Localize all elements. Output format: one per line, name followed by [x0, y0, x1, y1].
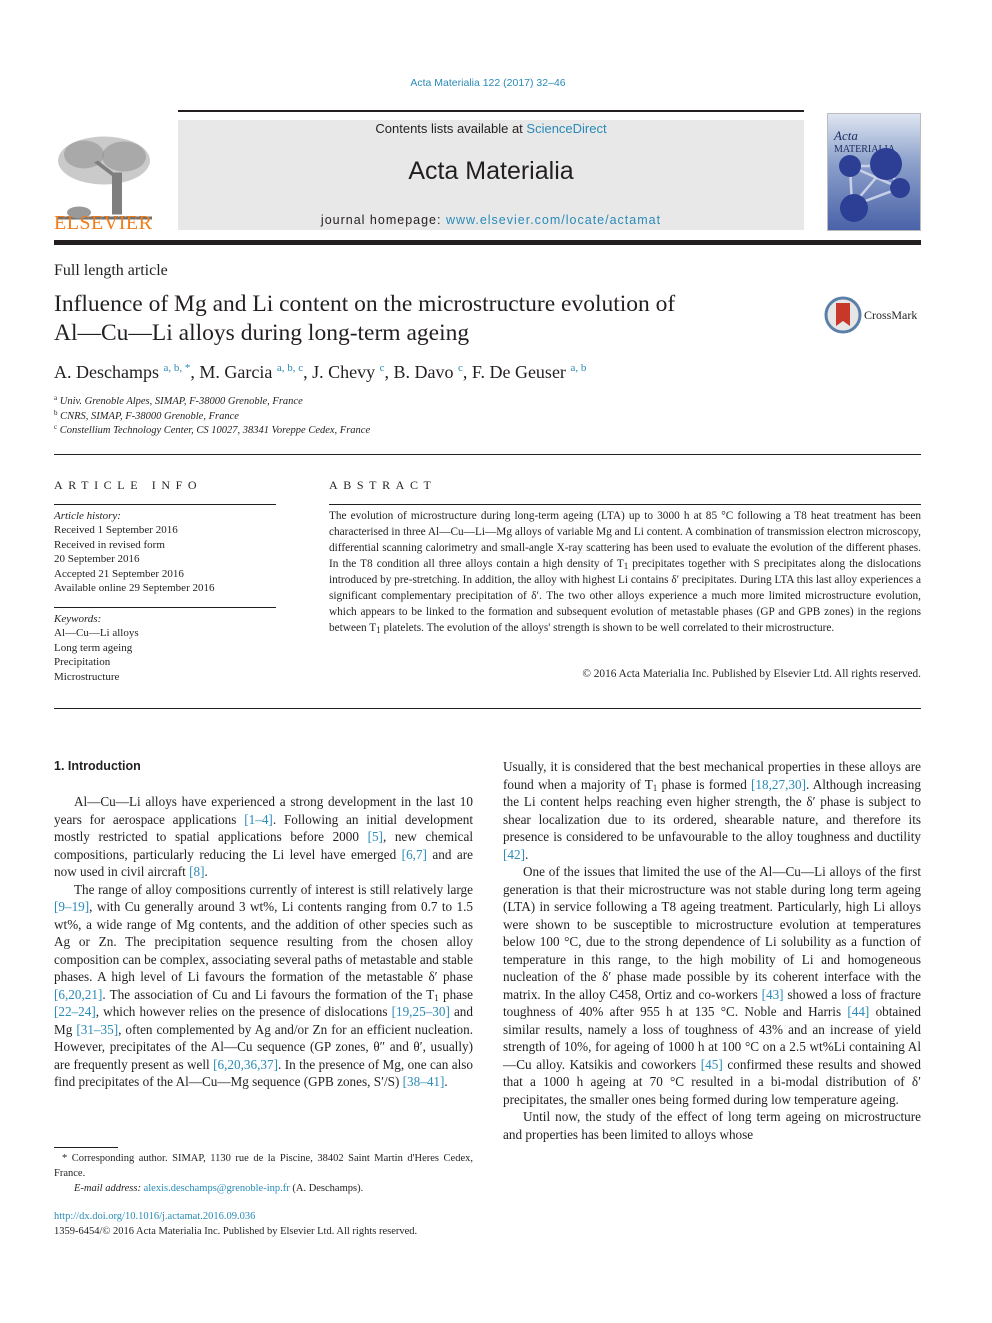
divider [54, 504, 276, 505]
body-column-left: Al—Cu—Li alloys have experienced a stron… [54, 793, 473, 1091]
reference-link[interactable]: [19,25–30] [392, 1004, 450, 1019]
reference-link[interactable]: [31–35] [76, 1022, 118, 1037]
author-name[interactable]: A. Deschamps [54, 362, 159, 382]
crossmark-label: CrossMark [864, 308, 918, 322]
paragraph: One of the issues that limited the use o… [503, 864, 921, 1107]
paragraph: The range of alloy compositions currentl… [54, 881, 474, 1090]
abstract-part-3: platelets. The evolution of the alloys' … [380, 622, 835, 634]
sciencedirect-link[interactable]: ScienceDirect [526, 121, 606, 136]
crossmark-button[interactable]: CrossMark [824, 296, 924, 336]
affiliation-text: CNRS, SIMAP, F-38000 Grenoble, France [57, 410, 239, 422]
reference-link[interactable]: [1–4] [244, 812, 273, 827]
article-type: Full length article [54, 262, 168, 279]
email-suffix: (A. Deschamps). [289, 1183, 364, 1194]
email-label: E-mail address: [74, 1183, 144, 1194]
keywords: Keywords: Al—Cu—Li alloys Long term agein… [54, 612, 139, 684]
homepage-prefix: journal homepage: [320, 213, 446, 227]
keyword: Al—Cu—Li alloys [54, 627, 139, 640]
elsevier-wordmark: ELSEVIER [54, 212, 153, 234]
journal-citation-link[interactable]: Acta Materialia 122 (2017) 32–46 [0, 77, 976, 89]
homepage-line: journal homepage: www.elsevier.com/locat… [178, 213, 804, 227]
abstract-text: The evolution of microstructure during l… [329, 508, 921, 636]
divider [54, 454, 921, 455]
corresponding-author-note: * Corresponding author. SIMAP, 1130 rue … [54, 1153, 473, 1179]
keyword-list: Al—Cu—Li alloys Long term ageing Precipita… [54, 626, 139, 684]
divider [54, 708, 921, 709]
paragraph: Until now, the study of the effect of lo… [503, 1109, 921, 1142]
author-affiliation-marker[interactable]: c [458, 362, 463, 374]
author-name[interactable]: M. Garcia [199, 362, 272, 382]
divider [329, 504, 921, 505]
history-item: 20 September 2016 [54, 553, 140, 566]
author-name[interactable]: F. De Geuser [472, 362, 566, 382]
reference-link[interactable]: [6,20,21] [54, 987, 102, 1002]
history-list: Received 1 September 2016 Received in rev… [54, 523, 214, 595]
affiliation-text: Constellium Technology Center, CS 10027,… [57, 425, 371, 436]
journal-cover-image[interactable]: Acta MATERIALIA [827, 113, 921, 231]
keywords-label: Keywords: [54, 613, 102, 625]
divider [54, 607, 276, 608]
reference-link[interactable]: [8] [189, 864, 204, 879]
author-name[interactable]: B. Davo [394, 362, 454, 382]
affiliation-text: Univ. Grenoble Alpes, SIMAP, F-38000 Gre… [57, 396, 303, 407]
email-line: E-mail address: alexis.deschamps@grenobl… [54, 1181, 473, 1196]
cover-molecule-graphic [839, 148, 910, 222]
contents-line: Contents lists available at ScienceDirec… [178, 121, 804, 136]
author-affiliation-marker[interactable]: c [380, 362, 385, 374]
reference-link[interactable]: [5] [368, 829, 383, 844]
article-history: Article history: Received 1 September 20… [54, 509, 214, 595]
reference-link[interactable]: [45] [701, 1057, 723, 1072]
reference-link[interactable]: [38–41] [403, 1074, 445, 1089]
abstract-copyright: © 2016 Acta Materialia Inc. Published by… [582, 668, 921, 680]
author-affiliation-marker[interactable]: a, b, * [163, 362, 190, 374]
affiliation: c Constellium Technology Center, CS 1002… [54, 424, 370, 439]
title-line-2: Al—Cu—Li alloys during long-term ageing [54, 320, 470, 346]
title-line-1: Influence of Mg and Li content on the mi… [54, 291, 676, 317]
subscript: 1 [434, 992, 439, 1003]
footnote: * Corresponding author. SIMAP, 1130 rue … [54, 1151, 473, 1196]
doi-link[interactable]: http://dx.doi.org/10.1016/j.actamat.2016… [54, 1211, 255, 1222]
reference-link[interactable]: [18,27,30] [751, 777, 806, 792]
body-column-right: Usually, it is considered that the best … [503, 758, 921, 1143]
history-item: Received 1 September 2016 [54, 524, 178, 537]
paragraph: Usually, it is considered that the best … [503, 759, 921, 862]
affiliation: b CNRS, SIMAP, F-38000 Grenoble, France [54, 409, 370, 425]
history-label: Article history: [54, 510, 121, 522]
journal-title: Acta Materialia [408, 157, 574, 185]
author-list: A. Deschamps a, b, *, M. Garcia a, b, c,… [54, 362, 587, 382]
header-thick-rule [54, 240, 921, 245]
reference-link[interactable]: [43] [762, 987, 784, 1002]
journal-homepage-link[interactable]: www.elsevier.com/locate/actamat [446, 213, 661, 227]
crossmark-icon [824, 296, 862, 334]
abstract-heading: ABSTRACT [329, 478, 437, 492]
footnote-rule [54, 1147, 118, 1148]
author-email-link[interactable]: alexis.deschamps@grenoble-inp.fr [144, 1183, 290, 1194]
reference-link[interactable]: [6,20,36,37] [213, 1057, 278, 1072]
issn-copyright: 1359-6454/© 2016 Acta Materialia Inc. Pu… [54, 1226, 418, 1237]
paragraph: Al—Cu—Li alloys have experienced a stron… [54, 794, 473, 879]
keyword: Microstructure [54, 670, 120, 683]
author-affiliation-marker[interactable]: a, b [570, 362, 586, 374]
affiliations: a Univ. Grenoble Alpes, SIMAP, F-38000 G… [54, 395, 370, 439]
contents-prefix: Contents lists available at [375, 121, 527, 136]
affiliation: a Univ. Grenoble Alpes, SIMAP, F-38000 G… [54, 395, 370, 410]
author-name[interactable]: J. Chevy [312, 362, 375, 382]
article-info-heading: ARTICLE INFO [54, 478, 203, 492]
keyword: Precipitation [54, 656, 111, 669]
reference-link[interactable]: [22–24] [54, 1004, 96, 1019]
keyword: Long term ageing [54, 641, 133, 654]
article-title: Influence of Mg and Li content on the mi… [54, 290, 794, 348]
reference-link[interactable]: [44] [847, 1004, 869, 1019]
history-item: Received in revised form [54, 538, 165, 551]
history-item: Available online 29 September 2016 [54, 582, 215, 595]
reference-link[interactable]: [6,7] [402, 847, 427, 862]
history-item: Accepted 21 September 2016 [54, 567, 184, 580]
subscript: 1 [652, 782, 658, 793]
reference-link[interactable]: [42] [503, 847, 525, 862]
reference-link[interactable]: [9–19] [54, 899, 89, 914]
section-heading-introduction: 1. Introduction [54, 759, 141, 773]
author-affiliation-marker[interactable]: a, b, c [277, 362, 303, 374]
header-rule [178, 110, 804, 112]
